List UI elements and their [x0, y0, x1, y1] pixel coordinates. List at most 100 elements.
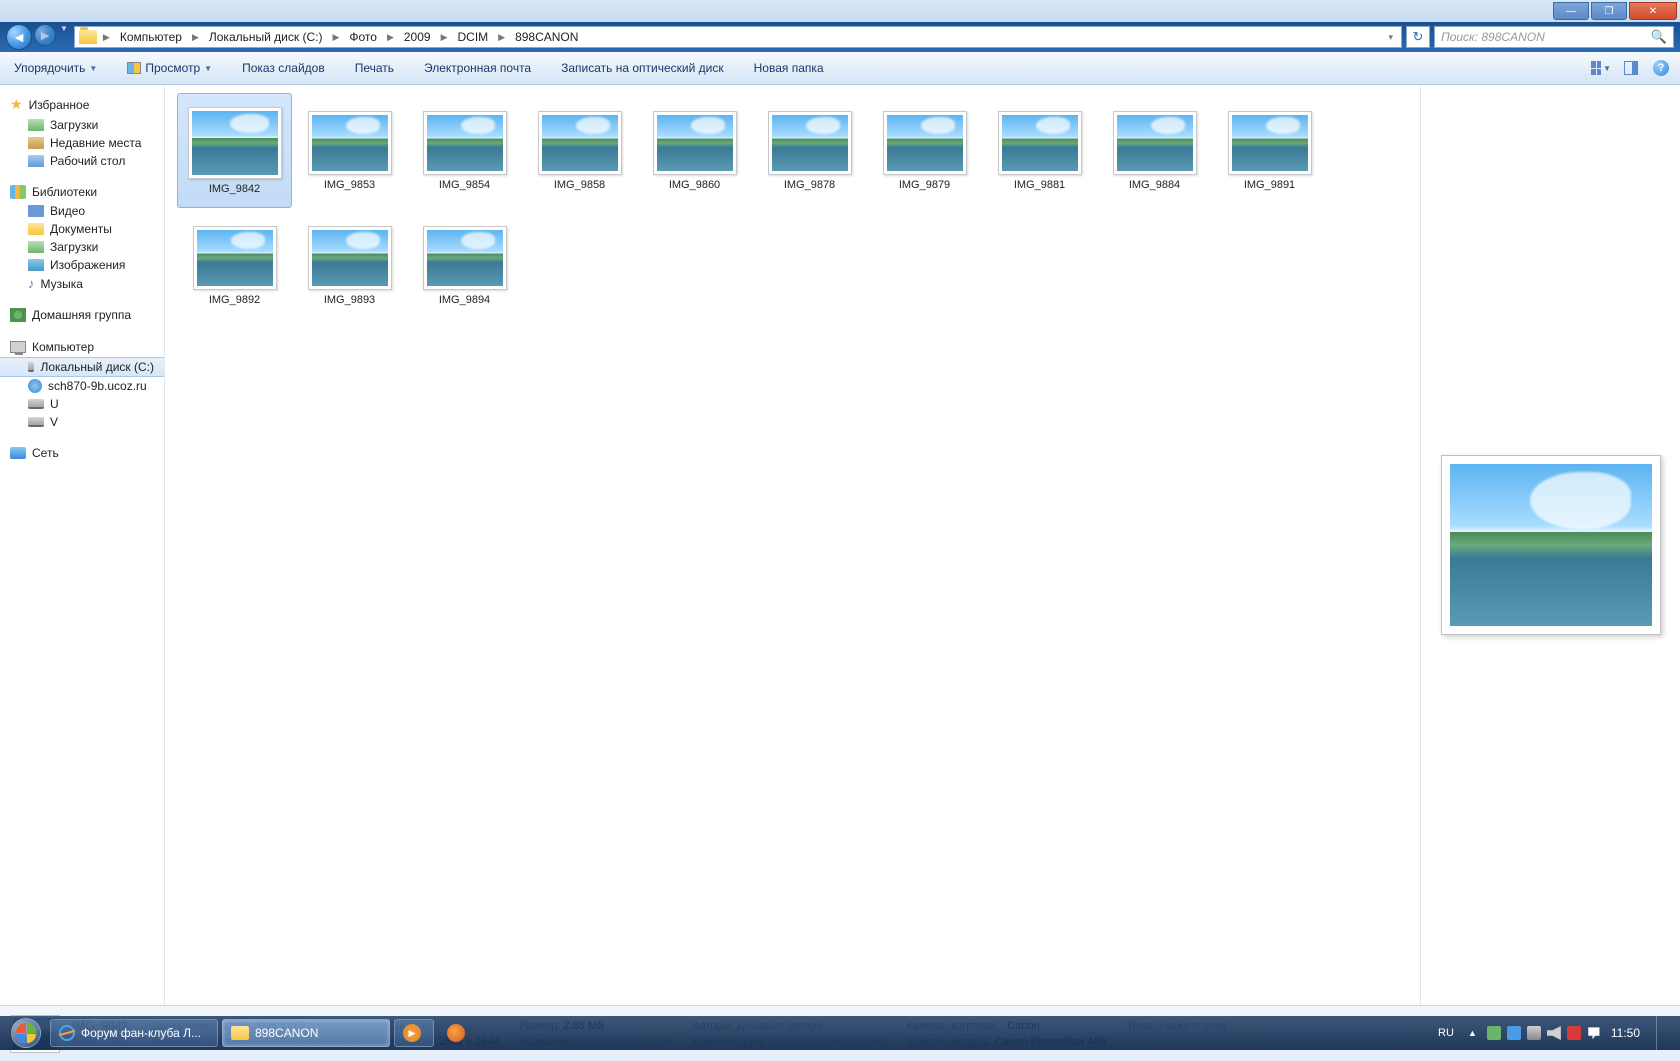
files-area[interactable]: IMG_9842 IMG_9853IMG_9854 IMG_9858 IMG_9860…	[165, 85, 1420, 1005]
file-label: IMG_9892	[209, 294, 260, 306]
breadcrumb-2009[interactable]: 2009	[400, 28, 435, 46]
preview-menu[interactable]: Просмотр▼	[121, 58, 218, 78]
file-item[interactable]: IMG_9858	[522, 93, 637, 208]
nav-favorites-header[interactable]: ★Избранное	[0, 93, 164, 116]
nav-homegroup-header[interactable]: Домашняя группа	[0, 305, 164, 325]
file-item[interactable]: IMG_9884	[1097, 93, 1212, 208]
network-tray-icon[interactable]	[1527, 1026, 1541, 1040]
photo-thumbnail	[193, 226, 277, 290]
tray-icon[interactable]	[1507, 1026, 1521, 1040]
breadcrumb-dropdown[interactable]: ▾	[1384, 32, 1397, 43]
taskbar-wmp-pinned[interactable]: ▶	[394, 1019, 434, 1047]
breadcrumb-computer[interactable]: Компьютер	[116, 28, 186, 46]
nav-back-button[interactable]: ◄	[6, 24, 32, 50]
file-item[interactable]: IMG_9842	[177, 93, 292, 208]
nav-documents[interactable]: Документы	[0, 220, 164, 238]
nav-forward-button[interactable]: ►	[34, 24, 56, 46]
view-mode-button[interactable]: ▼	[1590, 57, 1612, 79]
nav-network-header[interactable]: Сеть	[0, 443, 164, 463]
command-toolbar: Упорядочить▼ Просмотр▼ Показ слайдов Печ…	[0, 52, 1680, 85]
start-button[interactable]	[4, 1016, 48, 1050]
new-folder-button[interactable]: Новая папка	[748, 58, 830, 78]
file-item[interactable]: IMG_9881	[982, 93, 1097, 208]
file-item[interactable]: IMG_9894	[407, 208, 522, 323]
volume-tray-icon[interactable]	[1547, 1026, 1561, 1040]
file-item[interactable]: IMG_9860	[637, 93, 752, 208]
file-label: IMG_9858	[554, 179, 605, 191]
breadcrumb-bar[interactable]: ▶ Компьютер ▶ Локальный диск (C:) ▶ Фото…	[74, 26, 1402, 48]
photo-thumbnail	[308, 111, 392, 175]
burn-button[interactable]: Записать на оптический диск	[555, 58, 730, 78]
chevron-right-icon[interactable]: ▶	[328, 32, 343, 43]
file-label: IMG_9860	[669, 179, 720, 191]
search-icon[interactable]: 🔍	[1651, 29, 1667, 45]
taskbar-ie-window[interactable]: Форум фан-клуба Л...	[50, 1019, 218, 1047]
tray-expand-icon[interactable]: ▲	[1468, 1028, 1477, 1038]
photo-thumbnail	[1113, 111, 1197, 175]
file-label: IMG_9884	[1129, 179, 1180, 191]
nav-libraries-header[interactable]: Библиотеки	[0, 182, 164, 202]
nav-recent[interactable]: Недавние места	[0, 134, 164, 152]
nav-history-dropdown[interactable]: ▼	[58, 24, 70, 50]
nav-computer-header[interactable]: Компьютер	[0, 337, 164, 357]
file-label: IMG_9879	[899, 179, 950, 191]
chevron-right-icon[interactable]: ▶	[188, 32, 203, 43]
file-item[interactable]: IMG_9878	[752, 93, 867, 208]
taskbar-firefox-pinned[interactable]	[438, 1019, 478, 1047]
language-indicator[interactable]: RU	[1434, 1025, 1458, 1041]
help-button[interactable]: ?	[1650, 57, 1672, 79]
drive-icon	[28, 362, 34, 372]
photo-thumbnail	[538, 111, 622, 175]
chevron-right-icon[interactable]: ▶	[99, 32, 114, 43]
preview-pane-toggle[interactable]	[1620, 57, 1642, 79]
search-input[interactable]: Поиск: 898CANON 🔍	[1434, 26, 1674, 48]
minimize-button[interactable]: —	[1553, 2, 1589, 20]
libraries-icon	[10, 185, 26, 199]
refresh-button[interactable]: ↻	[1406, 26, 1430, 48]
chevron-right-icon[interactable]: ▶	[383, 32, 398, 43]
nav-video[interactable]: Видео	[0, 202, 164, 220]
nav-pictures[interactable]: Изображения	[0, 256, 164, 274]
clock[interactable]: 11:50	[1611, 1026, 1640, 1040]
file-item[interactable]: IMG_9891	[1212, 93, 1327, 208]
maximize-button[interactable]: ❐	[1591, 2, 1627, 20]
file-item[interactable]: IMG_9892	[177, 208, 292, 323]
file-item[interactable]: IMG_9893	[292, 208, 407, 323]
slideshow-button[interactable]: Показ слайдов	[236, 58, 331, 78]
breadcrumb-drive[interactable]: Локальный диск (C:)	[205, 28, 327, 46]
breadcrumb-photo[interactable]: Фото	[345, 28, 381, 46]
folder-icon	[231, 1026, 249, 1040]
file-item[interactable]: IMG_9853	[292, 93, 407, 208]
breadcrumb-current[interactable]: 898CANON	[511, 28, 582, 46]
kaspersky-tray-icon[interactable]	[1567, 1026, 1581, 1040]
nav-downloads[interactable]: Загрузки	[0, 116, 164, 134]
chevron-right-icon[interactable]: ▶	[437, 32, 452, 43]
tray-icon[interactable]	[1487, 1026, 1501, 1040]
action-center-tray-icon[interactable]	[1587, 1026, 1601, 1040]
chevron-right-icon[interactable]: ▶	[494, 32, 509, 43]
nav-music[interactable]: ♪Музыка	[0, 274, 164, 293]
preview-pane	[1420, 85, 1680, 1005]
nav-downloads-lib[interactable]: Загрузки	[0, 238, 164, 256]
drive-icon	[28, 399, 44, 409]
print-button[interactable]: Печать	[349, 58, 400, 78]
show-desktop-button[interactable]	[1656, 1016, 1668, 1050]
firefox-icon	[447, 1024, 465, 1042]
file-item[interactable]: IMG_9879	[867, 93, 982, 208]
nav-desktop[interactable]: Рабочий стол	[0, 152, 164, 170]
nav-drive-u[interactable]: U	[0, 395, 164, 413]
breadcrumb-dcim[interactable]: DCIM	[453, 28, 492, 46]
close-button[interactable]: ✕	[1629, 2, 1677, 20]
nav-drive-c[interactable]: Локальный диск (C:)	[0, 357, 164, 377]
organize-menu[interactable]: Упорядочить▼	[8, 58, 103, 78]
photo-thumbnail	[423, 111, 507, 175]
nav-drive-v[interactable]: V	[0, 413, 164, 431]
taskbar-explorer-window[interactable]: 898CANON	[222, 1019, 390, 1047]
file-label: IMG_9878	[784, 179, 835, 191]
nav-ftp-site[interactable]: sch870-9b.ucoz.ru	[0, 377, 164, 395]
main-area: ★Избранное Загрузки Недавние места Рабоч…	[0, 85, 1680, 1005]
email-button[interactable]: Электронная почта	[418, 58, 537, 78]
file-label: IMG_9842	[209, 183, 260, 195]
pictures-icon	[28, 259, 44, 271]
file-item[interactable]: IMG_9854	[407, 93, 522, 208]
